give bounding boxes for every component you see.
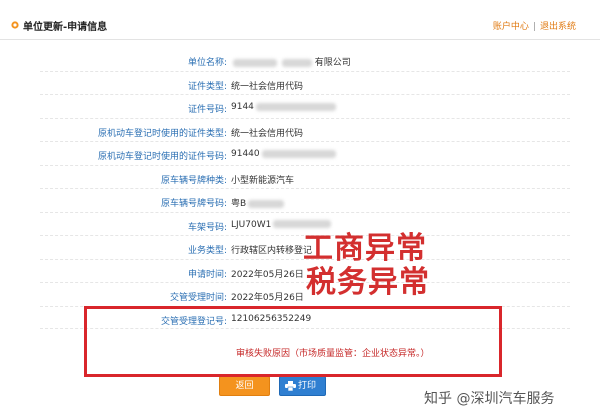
- row-value: 统一社会信用代码: [231, 81, 304, 92]
- row-value: 粤B: [231, 196, 285, 209]
- header-separator: |: [532, 22, 536, 32]
- info-row-company-name: 单位名称: 有限公司: [40, 48, 570, 72]
- row-value: 行政辖区内转移登记: [231, 246, 313, 256]
- row-label: 申请时间:: [187, 269, 227, 280]
- row-label: 单位名称:: [187, 58, 227, 68]
- back-button[interactable]: 返回: [219, 376, 270, 396]
- print-button-label: 打印: [298, 381, 317, 391]
- redacted-text: [248, 199, 285, 208]
- row-label: 原机动车登记时使用的证件号码:: [97, 152, 227, 162]
- watermark: 知乎 @深圳汽车服务: [424, 391, 555, 407]
- info-row-plate-type: 原车辆号牌种类: 小型新能源汽车: [40, 166, 570, 189]
- annotation-tax-abnormal: 税务异常: [306, 265, 430, 300]
- redacted-text: [255, 102, 336, 111]
- annotation-business-abnormal: 工商异常: [303, 231, 427, 266]
- page-title: 单位更新-申请信息: [23, 22, 108, 33]
- row-label: 证件号码:: [187, 105, 227, 115]
- row-label: 原车辆号牌种类:: [160, 175, 227, 186]
- print-button[interactable]: 打印: [279, 376, 326, 396]
- logout-link[interactable]: 退出系统: [540, 22, 576, 32]
- redacted-text: [233, 58, 277, 67]
- info-table: 单位名称: 有限公司 证件类型: 统一社会信用代码 证件号码: 9144 原机动…: [40, 48, 570, 329]
- row-label: 业务类型:: [187, 246, 227, 256]
- row-label: 原车辆号牌号码:: [160, 199, 227, 209]
- row-value: 91440: [231, 149, 336, 159]
- row-label: 证件类型:: [187, 81, 227, 92]
- info-row-plate-number: 原车辆号牌号码: 粤B: [40, 189, 570, 213]
- header-links: 账户中心 | 退出系统: [493, 19, 576, 32]
- redacted-text: [281, 58, 312, 67]
- row-value: 统一社会信用代码: [231, 128, 304, 139]
- page-header: 单位更新-申请信息 账户中心 | 退出系统: [0, 0, 600, 40]
- row-label: 交管受理时间:: [169, 293, 227, 303]
- redacted-text: [261, 149, 336, 158]
- redacted-text: [273, 220, 332, 228]
- orange-dot-icon: [11, 21, 19, 29]
- info-row-accept-time: 交管受理时间: 2022年05月26日: [40, 283, 570, 307]
- info-row-id-type: 证件类型: 统一社会信用代码: [40, 72, 570, 95]
- row-value: 有限公司: [231, 55, 351, 68]
- row-value: LJU70W1: [231, 220, 332, 230]
- row-value: 9144: [231, 102, 336, 112]
- row-value: 2022年05月26日: [231, 293, 304, 303]
- info-row-orig-id-number: 原机动车登记时使用的证件号码: 91440: [40, 142, 570, 166]
- account-center-link[interactable]: 账户中心: [493, 22, 529, 32]
- printer-icon: [285, 381, 296, 391]
- row-label: 原机动车登记时使用的证件类型:: [97, 128, 227, 139]
- row-label: 车架号码:: [187, 222, 227, 233]
- info-row-id-number: 证件号码: 9144: [40, 95, 570, 119]
- row-value: 2022年05月26日: [231, 269, 304, 280]
- highlight-box: [84, 306, 502, 377]
- info-row-orig-id-type: 原机动车登记时使用的证件类型: 统一社会信用代码: [40, 119, 570, 142]
- row-value: 小型新能源汽车: [231, 175, 295, 186]
